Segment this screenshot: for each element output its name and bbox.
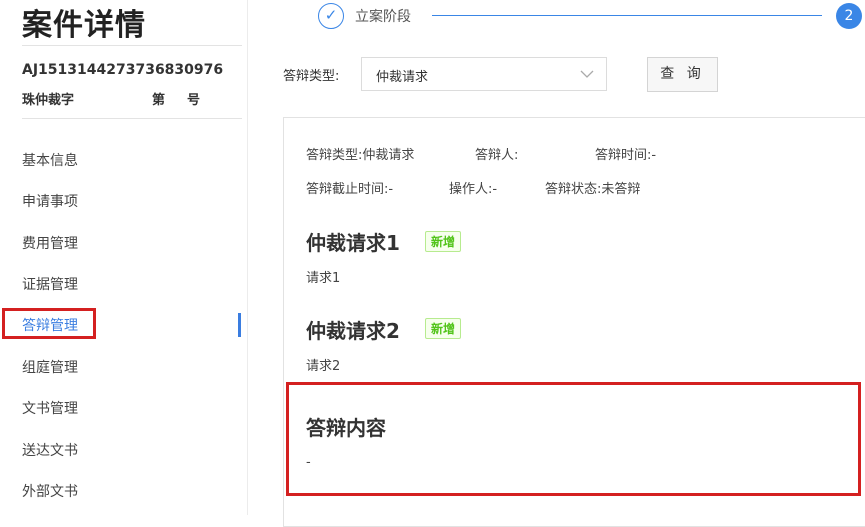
defense-time-field: 答辩时间:-	[595, 144, 656, 163]
defendant-field: 答辩人:	[475, 144, 518, 163]
case-label-di: 第	[152, 93, 166, 108]
check-icon: ✓	[318, 3, 344, 29]
case-label-hao: 号	[187, 93, 201, 108]
operator-label: 操作人:	[449, 182, 493, 197]
step-connector-line	[432, 15, 822, 16]
defense-deadline-label: 答辩截止时间:	[306, 182, 389, 197]
active-nav-indicator	[238, 313, 241, 337]
step-2-number[interactable]: 2	[836, 3, 862, 29]
page-title: 案件详情	[22, 8, 146, 43]
claim-1-new-badge: 新增	[425, 231, 462, 252]
defendant-label: 答辩人:	[475, 148, 519, 163]
claim-1-body: 请求1	[306, 271, 341, 286]
query-button[interactable]: 查 询	[647, 57, 718, 92]
defense-content-highlight-box	[286, 382, 861, 496]
sidebar-item-application-matters[interactable]: 申请事项	[22, 191, 78, 211]
sidebar-item-served-documents[interactable]: 送达文书	[22, 440, 78, 460]
defense-time-value: -	[651, 148, 657, 163]
operator-field: 操作人:-	[449, 178, 497, 197]
sidebar-divider	[247, 0, 248, 515]
sidebar-item-tribunal-management[interactable]: 组庭管理	[22, 357, 78, 377]
defense-type-select[interactable]: 仲裁请求	[361, 57, 607, 91]
claim-1-title: 仲裁请求1	[306, 231, 400, 255]
claim-2-body: 请求2	[306, 359, 341, 374]
operator-value: -	[492, 182, 498, 197]
sidebar-item-evidence-management[interactable]: 证据管理	[22, 274, 78, 294]
defense-type-value: 仲裁请求	[362, 148, 415, 163]
sidebar-divider-bottom	[22, 118, 242, 119]
defense-deadline-value: -	[388, 182, 394, 197]
claim-2-new-badge: 新增	[425, 318, 462, 339]
defense-type-label: 答辩类型:	[306, 148, 363, 163]
defense-status-label: 答辩状态:	[545, 182, 602, 197]
case-code: 珠仲裁字	[22, 93, 75, 108]
chevron-down-icon	[580, 64, 594, 87]
defense-type-field: 答辩类型:仲裁请求	[306, 144, 414, 163]
defense-status-field: 答辩状态:未答辩	[545, 178, 640, 197]
defense-time-label: 答辩时间:	[595, 148, 652, 163]
sidebar-divider-top	[22, 45, 242, 46]
sidebar-item-basic-info[interactable]: 基本信息	[22, 150, 78, 170]
sidebar-item-document-management[interactable]: 文书管理	[22, 398, 78, 418]
step-1-label: 立案阶段	[355, 9, 411, 25]
defense-status-value: 未答辩	[601, 182, 641, 197]
sidebar-item-external-documents[interactable]: 外部文书	[22, 481, 78, 501]
sidebar-item-fee-management[interactable]: 费用管理	[22, 233, 78, 253]
active-item-highlight-box	[2, 308, 96, 339]
case-number: AJ1513144273736830976	[22, 62, 224, 78]
defense-deadline-field: 答辩截止时间:-	[306, 178, 393, 197]
claim-2-title: 仲裁请求2	[306, 319, 400, 343]
defense-type-select-value: 仲裁请求	[376, 70, 429, 85]
filter-type-label: 答辩类型:	[283, 69, 340, 84]
